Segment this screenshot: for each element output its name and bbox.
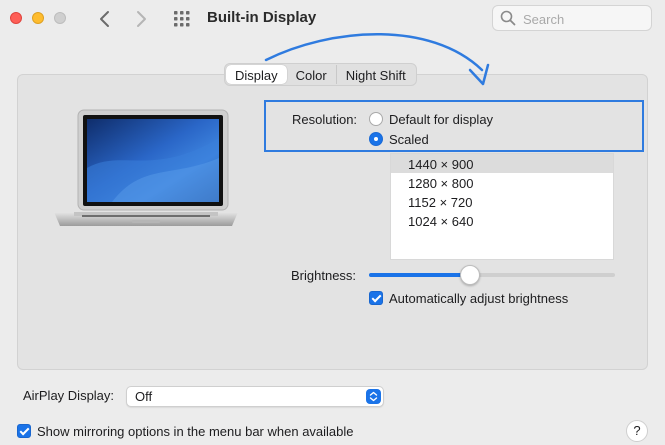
zoom-window-button[interactable] xyxy=(54,12,66,24)
auto-brightness-checkbox[interactable] xyxy=(369,291,383,305)
macbook-air-image xyxy=(54,109,238,226)
tab-bar: Display Color Night Shift xyxy=(224,63,417,86)
list-item[interactable]: 1280 × 800 xyxy=(391,173,613,192)
help-button[interactable]: ? xyxy=(626,420,648,442)
window-title: Built-in Display xyxy=(207,9,317,26)
forward-button[interactable] xyxy=(130,8,152,30)
tab-display[interactable]: Display xyxy=(226,65,287,84)
brightness-slider[interactable] xyxy=(369,265,615,285)
airplay-display-select[interactable]: Off xyxy=(126,386,384,407)
scaled-resolution-list[interactable]: 1440 × 900 1280 × 800 1152 × 720 1024 × … xyxy=(390,153,614,260)
brightness-slider-fill xyxy=(369,273,470,277)
brightness-label: Brightness: xyxy=(291,268,357,283)
tab-color[interactable]: Color xyxy=(287,65,337,84)
brightness-slider-knob[interactable] xyxy=(459,265,480,285)
minimize-window-button[interactable] xyxy=(32,12,44,24)
chevron-right-icon xyxy=(137,11,146,27)
auto-brightness-label[interactable]: Automatically adjust brightness xyxy=(389,291,568,306)
show-all-grid-icon xyxy=(174,11,190,27)
chevron-left-icon xyxy=(100,11,109,27)
search-input[interactable]: Search xyxy=(492,5,652,31)
tab-night-shift[interactable]: Night Shift xyxy=(337,65,415,84)
airplay-display-value: Off xyxy=(135,389,153,404)
close-window-button[interactable] xyxy=(10,12,22,24)
airplay-display-label: AirPlay Display: xyxy=(23,388,115,403)
back-button[interactable] xyxy=(94,8,116,30)
annotation-highlight-box xyxy=(264,100,644,152)
show-mirroring-checkbox[interactable] xyxy=(17,424,31,438)
magnifier-icon xyxy=(500,10,516,26)
title-bar: Built-in Display Search xyxy=(0,0,665,42)
list-item[interactable]: 1440 × 900 xyxy=(391,154,613,173)
list-item[interactable]: 1152 × 720 xyxy=(391,192,613,211)
select-stepper-icon xyxy=(366,389,381,404)
show-mirroring-label[interactable]: Show mirroring options in the menu bar w… xyxy=(37,424,354,439)
show-all-button[interactable] xyxy=(172,10,192,28)
list-item[interactable]: 1024 × 640 xyxy=(391,211,613,230)
search-placeholder: Search xyxy=(523,12,565,27)
